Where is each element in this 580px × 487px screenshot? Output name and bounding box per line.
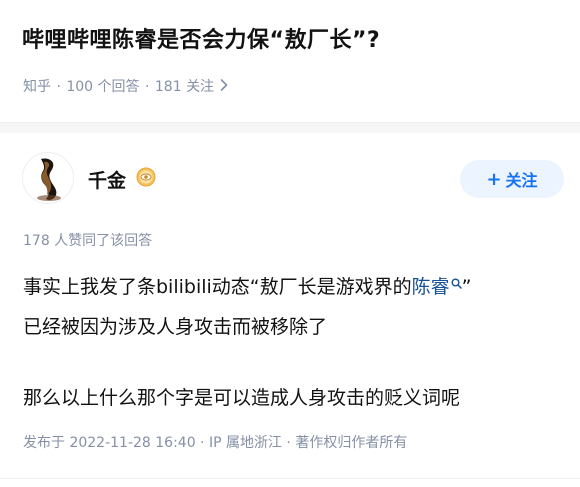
question-title[interactable]: 哔哩哔哩陈睿是否会力保“敖厂长”? — [22, 22, 562, 54]
chevron-right-icon[interactable] — [220, 79, 228, 95]
author-avatar[interactable] — [22, 152, 74, 204]
eye-badge-icon — [136, 167, 156, 187]
author-name[interactable]: 千金 — [88, 166, 126, 193]
question-meta: 知乎 · 100 个回答 · 181 关注 — [23, 76, 228, 96]
paragraph-text: 事实上我发了条bilibili动态“敖厂长是游戏界的 — [23, 276, 412, 298]
source-label[interactable]: 知乎 — [23, 79, 51, 95]
answer-paragraph-1: 事实上我发了条bilibili动态“敖厂长是游戏界的陈睿 ” — [23, 272, 563, 299]
plus-icon: + — [486, 168, 502, 190]
section-divider — [0, 122, 580, 133]
bottom-divider — [0, 478, 580, 479]
follow-button[interactable]: + 关注 — [460, 160, 564, 198]
paragraph-text-end: ” — [461, 276, 472, 298]
search-icon[interactable] — [451, 272, 462, 294]
search-link[interactable]: 陈睿 — [412, 276, 450, 298]
answer-count[interactable]: 100 个回答 — [66, 79, 139, 95]
publish-info: 发布于 2022-11-28 16:40 · IP 属地浙江 · 著作权归作者所… — [23, 435, 408, 451]
follow-label: 关注 — [505, 171, 538, 190]
avatar-figure-icon — [23, 153, 73, 203]
follower-count[interactable]: 181 关注 — [155, 79, 214, 95]
answer-paragraph-2: 已经被因为涉及人身攻击而被移除了 — [23, 316, 328, 338]
vote-count: 178 人赞同了该回答 — [23, 233, 153, 249]
answer-paragraph-3: 那么以上什么那个字是可以造成人身攻击的贬义词呢 — [23, 387, 461, 409]
